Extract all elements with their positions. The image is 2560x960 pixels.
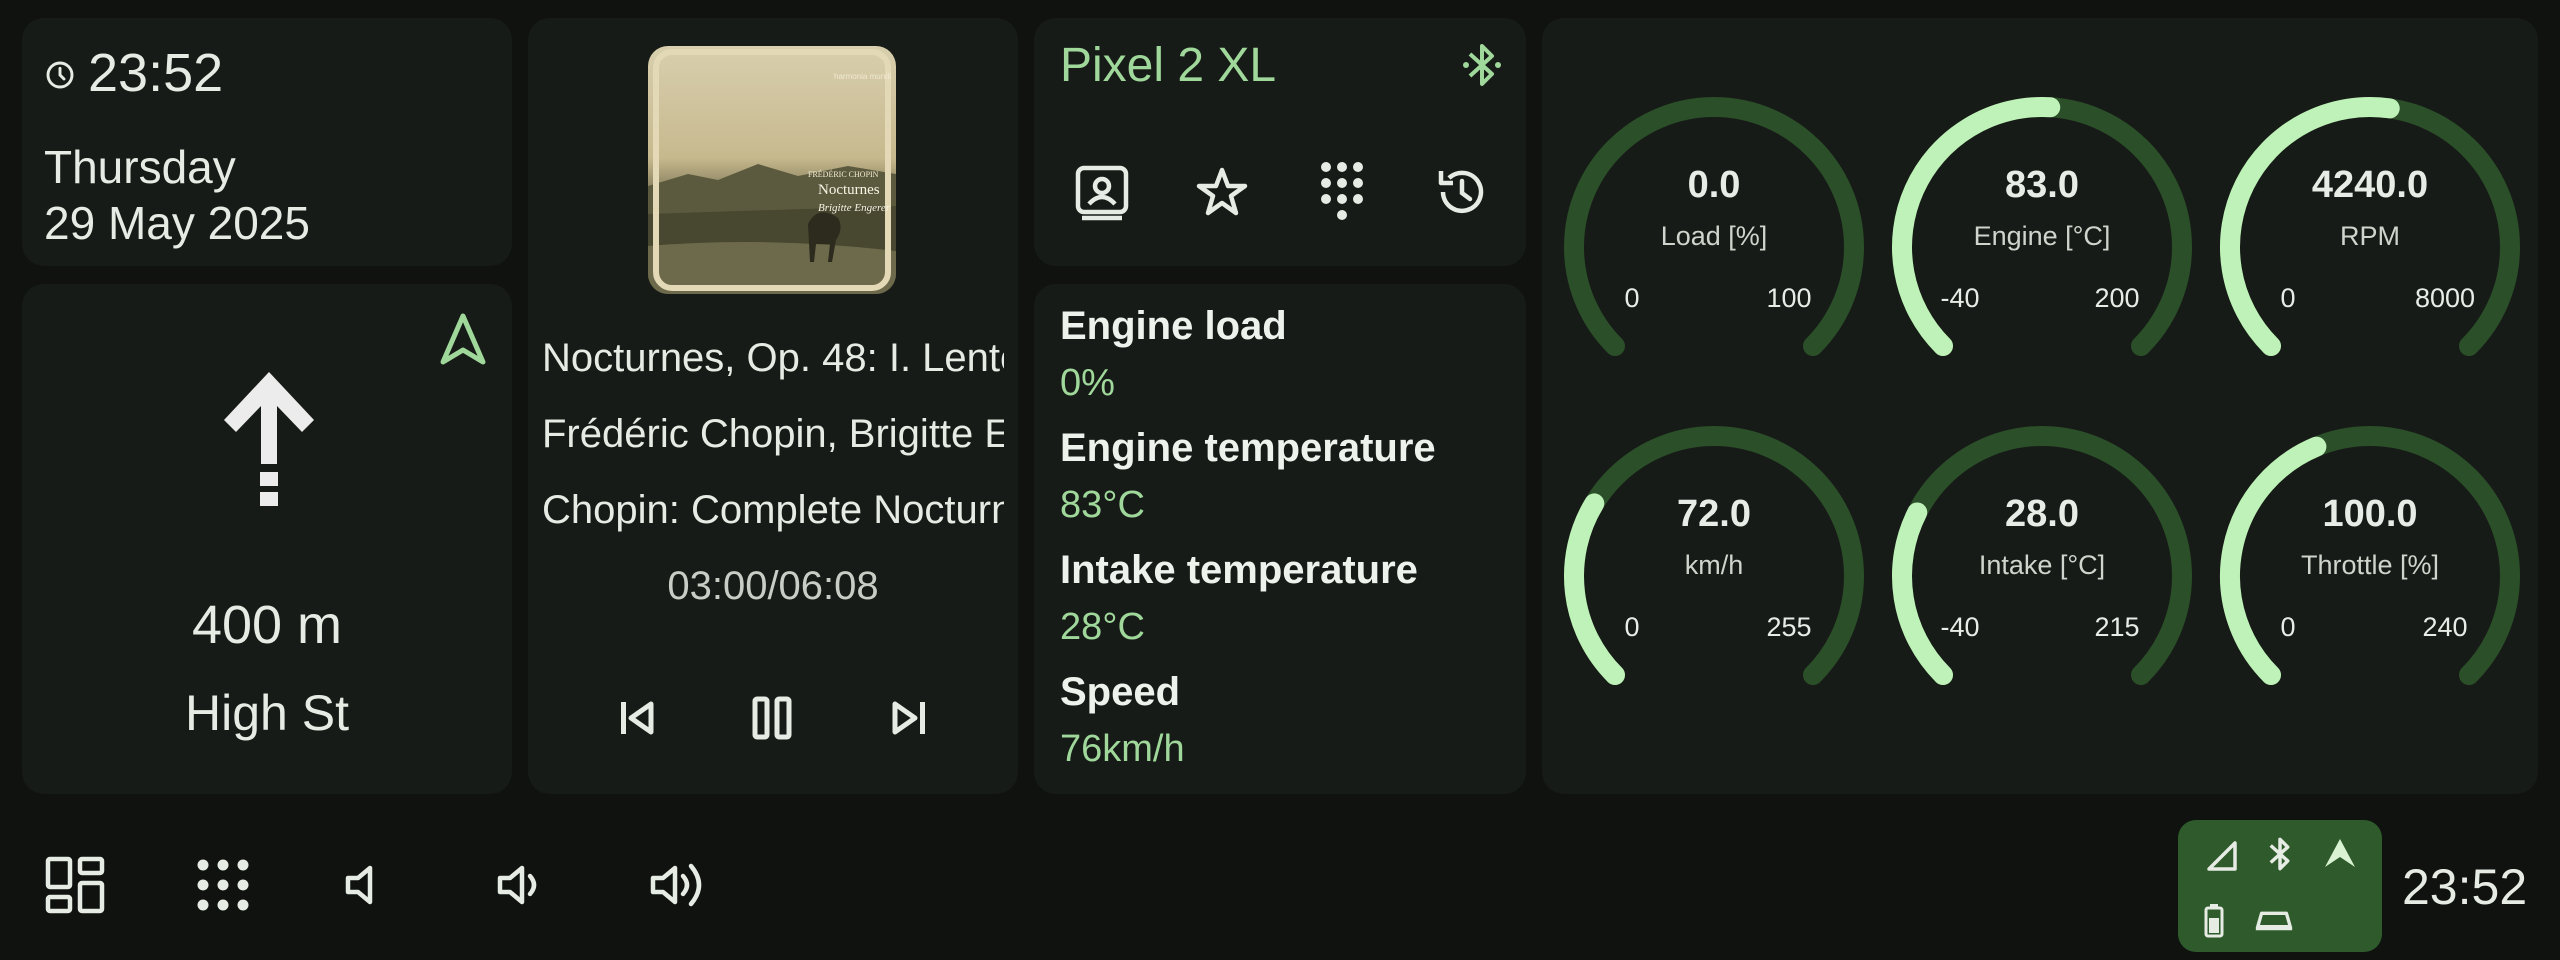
next-track-icon [892,701,925,735]
volume-down-button[interactable] [476,840,566,930]
gauge-max-label: 215 [2094,612,2139,642]
favorites-star-icon [1196,167,1248,216]
gauge-max-label: 200 [2094,283,2139,313]
gauge-min-label: 0 [2280,612,2295,642]
gauge-label: Load [%] [1661,221,1768,251]
stat-label: Intake temperature [1060,548,1418,592]
gauge-fill [1892,502,1954,685]
gauge-label: RPM [2340,221,2400,251]
gauge-label: Intake [°C] [1979,550,2105,580]
previous-track-button[interactable] [598,678,678,758]
navigation-distance: 400 m [191,595,343,655]
engine-stats-card: Engine load 0% Engine temperature 83°C I… [1034,284,1526,794]
gauge-fill [1564,493,1626,685]
app-grid-icon [197,859,249,911]
gauge-value: 72.0 [1677,493,1751,535]
stat-value: 28°C [1060,606,1145,648]
gauge-value: 0.0 [1688,164,1741,206]
gauge-max-label: 8000 [2415,283,2475,313]
dashboard-icon [45,856,105,914]
dialpad-button[interactable] [1302,152,1382,232]
stat-label: Speed [1060,670,1181,714]
track-title: Nocturnes, Op. 48: I. Lento [542,336,1004,380]
gauge-label: Engine [°C] [1974,221,2111,251]
phone-device-name: Pixel 2 XL [1060,39,1277,92]
clock-date: 29 May 2025 [44,197,310,249]
navigation-arrow-icon [214,364,324,519]
gauge-value: 100.0 [2322,493,2417,535]
next-track-button[interactable] [868,678,948,758]
navigation-street: High St [185,685,349,741]
gauge-min-label: 0 [1624,283,1639,313]
track-progress: 03:00/06:08 [667,564,879,608]
stat-value: 83°C [1060,484,1145,526]
album-art-subtitle: Brigitte Engerer [818,202,890,214]
media-card: FRÉDÉRIC CHOPIN Nocturnes Brigitte Enger… [528,18,1018,794]
dialpad-icon [1321,162,1363,220]
volume-mute-icon [345,865,373,905]
compass-icon[interactable] [436,310,490,375]
gauge-min-label: 0 [2280,283,2295,313]
previous-track-icon [621,701,654,735]
stat-value: 76km/h [1060,728,1185,770]
gauge-label: Throttle [%] [2301,550,2439,580]
album-art-title: Nocturnes [818,182,880,198]
clock-time: 23:52 [88,43,224,103]
album-art[interactable]: FRÉDÉRIC CHOPIN Nocturnes Brigitte Enger… [648,46,896,294]
gauge: 4240.0 RPM 0 8000 [2220,97,2520,356]
clock-day: Thursday [44,141,236,193]
volume-mute-button[interactable] [320,840,410,930]
gauge: 28.0 Intake [°C] -40 215 [1892,426,2192,685]
album-art-label: harmonia mundi [834,72,892,81]
album-art-composer: FRÉDÉRIC CHOPIN [808,170,879,179]
gauge-min-label: -40 [1940,612,1979,642]
gauge-max-label: 255 [1766,612,1811,642]
bluetooth-status-icon [2258,832,2302,876]
call-history-icon [1438,170,1484,214]
pause-icon [752,696,792,740]
gauge: 83.0 Engine [°C] -40 200 [1892,97,2192,356]
stat-value: 0% [1060,362,1115,404]
app-grid-button[interactable] [178,840,268,930]
phone-card: Pixel 2 XL [1034,18,1526,266]
gauge-value: 4240.0 [2312,164,2428,206]
track-artist: Frédéric Chopin, Brigitte Engerer [542,412,1004,456]
volume-down-icon [497,865,537,905]
bluetooth-icon [1460,40,1504,95]
call-history-button[interactable] [1422,152,1502,232]
dashboard-button[interactable] [30,840,120,930]
gauges-card: 0.0 Load [%] 0 100 83.0 Engine [°C] -40 200 4240… [1542,18,2538,794]
gauge-max-label: 100 [1766,283,1811,313]
gauge-max-label: 240 [2422,612,2467,642]
clock-icon [44,42,76,104]
gauge-value: 83.0 [2005,164,2079,206]
contacts-button[interactable] [1062,152,1142,232]
gauges-svg: 0.0 Load [%] 0 100 83.0 Engine [°C] -40 200 4240… [1564,97,2520,685]
stat-label: Engine temperature [1060,426,1436,470]
signal-icon [2200,834,2244,878]
gauge: 72.0 km/h 0 255 [1564,426,1864,685]
gauge-min-label: 0 [1624,612,1639,642]
gauge-min-label: -40 [1940,283,1979,313]
favorites-button[interactable] [1182,152,1262,232]
clock-time-row: 23:52 [44,42,223,104]
contacts-icon [1075,165,1129,221]
battery-icon [2192,898,2236,942]
status-bar-time: 23:52 [2402,859,2528,915]
stat-label: Engine load [1060,304,1287,348]
volume-up-button[interactable] [634,840,724,930]
volume-up-icon [650,863,702,907]
gauge-value: 28.0 [2005,493,2079,535]
android-auto-icon [2318,832,2362,876]
clock-card: 23:52 Thursday 29 May 2025 [22,18,512,266]
car-icon [2252,898,2296,942]
gauge: 100.0 Throttle [%] 0 240 [2220,426,2520,685]
status-panel[interactable] [2178,820,2382,952]
navigation-card[interactable]: 400 m High St [22,284,512,794]
track-album: Chopin: Complete Nocturnes [542,488,1004,532]
gauge-label: km/h [1685,550,1744,580]
gauge: 0.0 Load [%] 0 100 [1564,97,1864,356]
pause-button[interactable] [732,678,812,758]
